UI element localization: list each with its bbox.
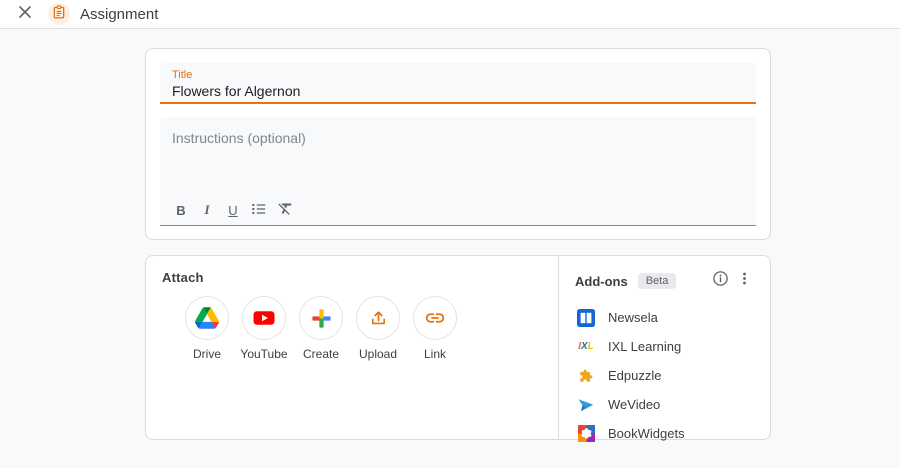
clear-formatting-button[interactable] bbox=[274, 199, 296, 221]
assignment-type-badge bbox=[48, 3, 70, 25]
youtube-icon bbox=[242, 296, 286, 340]
italic-button[interactable]: I bbox=[196, 199, 218, 221]
attach-option-label: Link bbox=[423, 347, 446, 361]
formatting-toolbar: B I U bbox=[170, 199, 296, 221]
underline-button[interactable]: U bbox=[222, 199, 244, 221]
addon-item-edpuzzle[interactable]: Edpuzzle bbox=[575, 361, 756, 390]
addons-section: Add-ons Beta Newsela I X L IXL Learning … bbox=[558, 256, 770, 442]
newsela-icon bbox=[577, 308, 595, 327]
addons-list: Newsela IXL IXL Learning Edpuzzle WeVide… bbox=[575, 303, 756, 448]
addons-menu-button[interactable] bbox=[732, 269, 756, 293]
attach-drive-button[interactable]: Drive bbox=[185, 296, 229, 361]
instructions-placeholder: Instructions (optional) bbox=[172, 130, 306, 146]
attach-link-button[interactable]: Link bbox=[413, 296, 457, 361]
assignment-form-card: Title Flowers for Algernon Instructions … bbox=[145, 48, 771, 240]
addon-item-wevideo[interactable]: WeVideo bbox=[575, 390, 756, 419]
attach-upload-button[interactable]: Upload bbox=[356, 296, 400, 361]
instructions-input[interactable]: Instructions (optional) B I U bbox=[160, 117, 756, 226]
attach-option-label: Drive bbox=[192, 347, 221, 361]
attach-create-button[interactable]: Create bbox=[299, 296, 343, 361]
addon-item-bookwidgets[interactable]: BookWidgets bbox=[575, 419, 756, 448]
google-plus-create-icon bbox=[299, 296, 343, 340]
attach-section: Attach Drive YouTube Create Upload Link bbox=[146, 256, 558, 439]
attach-addons-card: Attach Drive YouTube Create Upload Link … bbox=[145, 255, 771, 442]
addons-info-button[interactable] bbox=[708, 269, 732, 293]
edpuzzle-icon bbox=[577, 367, 595, 385]
title-input[interactable]: Title Flowers for Algernon bbox=[160, 63, 756, 104]
attach-option-label: Create bbox=[302, 347, 340, 361]
addons-title: Add-ons bbox=[575, 273, 628, 289]
assignment-clipboard-icon bbox=[52, 4, 66, 24]
attach-options-row: Drive YouTube Create Upload Link bbox=[185, 296, 542, 361]
bulleted-list-icon bbox=[251, 201, 267, 220]
upload-icon bbox=[356, 296, 400, 340]
addons-header: Add-ons Beta bbox=[575, 269, 756, 293]
bookwidgets-icon bbox=[577, 425, 595, 443]
attach-youtube-button[interactable]: YouTube bbox=[240, 296, 288, 361]
beta-badge: Beta bbox=[637, 273, 677, 289]
three-dot-menu-icon bbox=[737, 271, 752, 291]
close-icon bbox=[18, 5, 32, 24]
clear-formatting-icon bbox=[277, 200, 294, 220]
wevideo-icon bbox=[577, 396, 595, 414]
attach-section-label: Attach bbox=[162, 270, 204, 285]
attach-option-label: Upload bbox=[358, 347, 398, 361]
close-button[interactable] bbox=[16, 5, 34, 23]
link-icon bbox=[413, 296, 457, 340]
title-field-value: Flowers for Algernon bbox=[172, 83, 301, 99]
bulleted-list-button[interactable] bbox=[248, 199, 270, 221]
addon-item-ixl[interactable]: IXL IXL Learning bbox=[575, 332, 756, 361]
addon-item-newsela[interactable]: Newsela bbox=[575, 303, 756, 332]
info-icon bbox=[712, 270, 729, 292]
bold-button[interactable]: B bbox=[170, 199, 192, 221]
google-drive-icon bbox=[185, 296, 229, 340]
ixl-icon: IXL bbox=[578, 341, 594, 352]
attach-option-label: YouTube bbox=[240, 347, 288, 361]
title-field-label: Title bbox=[172, 69, 193, 81]
page-title: Assignment bbox=[80, 5, 159, 23]
header-bar: Assignment bbox=[0, 0, 900, 29]
